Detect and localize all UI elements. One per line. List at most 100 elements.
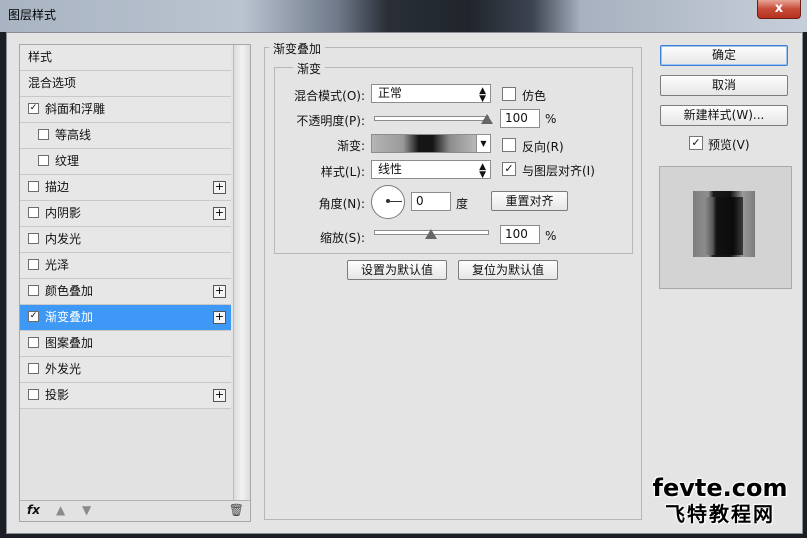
angle-label: 角度(N): xyxy=(318,197,365,211)
style-checkbox[interactable]: ✓ xyxy=(28,311,39,322)
styles-list-item[interactable]: 光泽 xyxy=(20,253,231,279)
style-checkbox[interactable] xyxy=(28,337,39,348)
dither-label: 仿色 xyxy=(522,89,547,103)
align-label: 与图层对齐(I) xyxy=(522,164,595,178)
styles-list-item[interactable]: ✓ 渐变叠加 + xyxy=(20,305,231,331)
reset-align-button[interactable]: 重置对齐 xyxy=(491,191,568,211)
scale-unit: % xyxy=(545,229,557,243)
styles-list-item[interactable]: 混合选项 xyxy=(20,71,231,97)
scale-input[interactable]: 100 xyxy=(500,225,540,244)
opacity-label: 不透明度(P): xyxy=(296,114,365,128)
title-bar: 图层样式 x xyxy=(0,0,807,32)
up-down-icon: ▲ ▼ xyxy=(479,86,486,104)
style-value: 线性 xyxy=(378,162,403,176)
watermark-logo: fevte.com 飞特教程网 xyxy=(640,474,800,526)
window-title: 图层样式 xyxy=(8,8,57,22)
arrow-up-icon[interactable]: ▲ xyxy=(56,503,65,517)
styles-list-item-label: 渐变叠加 xyxy=(45,310,94,324)
style-checkbox[interactable] xyxy=(28,207,39,218)
styles-list-item-label: 等高线 xyxy=(55,128,92,142)
arrow-down-icon[interactable]: ▼ xyxy=(82,503,91,517)
angle-dial[interactable] xyxy=(371,185,405,219)
gradient-group-title: 渐变 xyxy=(293,60,326,77)
preview-checkbox[interactable]: ✓ xyxy=(689,136,703,150)
style-checkbox[interactable] xyxy=(28,363,39,374)
styles-list-item[interactable]: 外发光 xyxy=(20,357,231,383)
make-default-button[interactable]: 设置为默认值 xyxy=(347,260,447,280)
style-preview xyxy=(659,166,792,289)
style-checkbox[interactable] xyxy=(28,285,39,296)
new-style-button[interactable]: 新建样式(W)... xyxy=(660,105,788,126)
blend-mode-label: 混合模式(O): xyxy=(294,89,365,103)
styles-list-item[interactable]: 内发光 xyxy=(20,227,231,253)
align-checkbox[interactable]: ✓ xyxy=(502,162,516,176)
add-instance-icon[interactable]: + xyxy=(213,311,226,324)
preview-thumbnail-inner xyxy=(705,197,743,255)
styles-list-item[interactable]: 颜色叠加 + xyxy=(20,279,231,305)
gradient-swatch[interactable] xyxy=(371,134,477,153)
up-down-icon: ▲ ▼ xyxy=(479,162,486,180)
gradient-label: 渐变: xyxy=(336,139,365,153)
styles-scrollbar[interactable] xyxy=(233,45,250,500)
styles-list-item[interactable]: 内阴影 + xyxy=(20,201,231,227)
styles-list-item[interactable]: 图案叠加 xyxy=(20,331,231,357)
styles-list: 样式混合选项 ✓ 斜面和浮雕等高线纹理描边 + 内阴影 + 内发光光泽颜色叠加 + ✓ 渐变叠加 +… xyxy=(20,45,231,409)
preview-label: 预览(V) xyxy=(708,138,750,152)
style-checkbox[interactable] xyxy=(28,259,39,270)
reset-default-button[interactable]: 复位为默认值 xyxy=(458,260,558,280)
opacity-unit: % xyxy=(545,112,557,126)
style-checkbox[interactable] xyxy=(28,233,39,244)
ok-button[interactable]: 确定 xyxy=(660,45,788,66)
styles-list-item[interactable]: 描边 + xyxy=(20,175,231,201)
styles-list-item-label: 颜色叠加 xyxy=(45,284,94,298)
scale-label: 缩放(S): xyxy=(319,231,365,245)
add-instance-icon[interactable]: + xyxy=(213,389,226,402)
styles-list-item-label: 图案叠加 xyxy=(45,336,94,350)
styles-list-item-label: 内发光 xyxy=(45,232,82,246)
watermark-line1: fevte.com xyxy=(652,474,788,502)
opacity-input[interactable]: 100 xyxy=(500,109,540,128)
styles-list-item-label: 斜面和浮雕 xyxy=(45,102,106,116)
styles-list-item-label: 内阴影 xyxy=(45,206,82,220)
style-label: 样式(L): xyxy=(320,165,365,179)
section-title: 渐变叠加 xyxy=(269,40,326,57)
styles-list-item-label: 描边 xyxy=(45,180,70,194)
close-button[interactable]: x xyxy=(757,0,801,19)
style-checkbox[interactable]: ✓ xyxy=(28,103,39,114)
angle-unit: 度 xyxy=(456,197,469,211)
style-checkbox[interactable] xyxy=(38,155,49,166)
reverse-label: 反向(R) xyxy=(522,140,564,154)
styles-list-item-label: 外发光 xyxy=(45,362,82,376)
reverse-checkbox[interactable] xyxy=(502,138,516,152)
styles-list-item-label: 混合选项 xyxy=(28,76,77,90)
styles-list-item[interactable]: 投影 + xyxy=(20,383,231,409)
blend-mode-value: 正常 xyxy=(378,86,403,100)
cancel-button[interactable]: 取消 xyxy=(660,75,788,96)
angle-input[interactable]: 0 xyxy=(411,192,451,211)
scale-slider-thumb[interactable] xyxy=(424,229,437,239)
gradient-dropdown-icon[interactable]: ▼ xyxy=(477,134,491,153)
add-instance-icon[interactable]: + xyxy=(213,207,226,220)
style-checkbox[interactable] xyxy=(38,129,49,140)
styles-list-item-label: 样式 xyxy=(28,50,53,64)
style-checkbox[interactable] xyxy=(28,389,39,400)
styles-list-item-label: 纹理 xyxy=(55,154,80,168)
styles-list-item-label: 光泽 xyxy=(45,258,70,272)
dither-checkbox[interactable] xyxy=(502,87,516,101)
style-select[interactable]: 线性 ▲ ▼ xyxy=(371,160,491,180)
styles-list-item[interactable]: ✓ 斜面和浮雕 xyxy=(20,97,231,123)
add-instance-icon[interactable]: + xyxy=(213,181,226,194)
styles-list-item[interactable]: 等高线 xyxy=(20,123,231,149)
style-checkbox[interactable] xyxy=(28,181,39,192)
styles-list-item[interactable]: 样式 xyxy=(20,45,231,71)
styles-list-item[interactable]: 纹理 xyxy=(20,149,231,175)
add-instance-icon[interactable]: + xyxy=(213,285,226,298)
opacity-slider[interactable] xyxy=(374,116,489,121)
styles-panel: 样式混合选项 ✓ 斜面和浮雕等高线纹理描边 + 内阴影 + 内发光光泽颜色叠加 + ✓ 渐变叠加 +… xyxy=(19,44,251,522)
opacity-slider-thumb[interactable] xyxy=(481,114,493,124)
blend-mode-select[interactable]: 正常 ▲ ▼ xyxy=(371,84,491,104)
trash-icon[interactable]: 🗑 xyxy=(229,503,244,517)
watermark-line2: 飞特教程网 xyxy=(665,502,775,526)
fx-button[interactable]: fx xyxy=(27,503,40,517)
preview-thumbnail xyxy=(693,191,755,257)
